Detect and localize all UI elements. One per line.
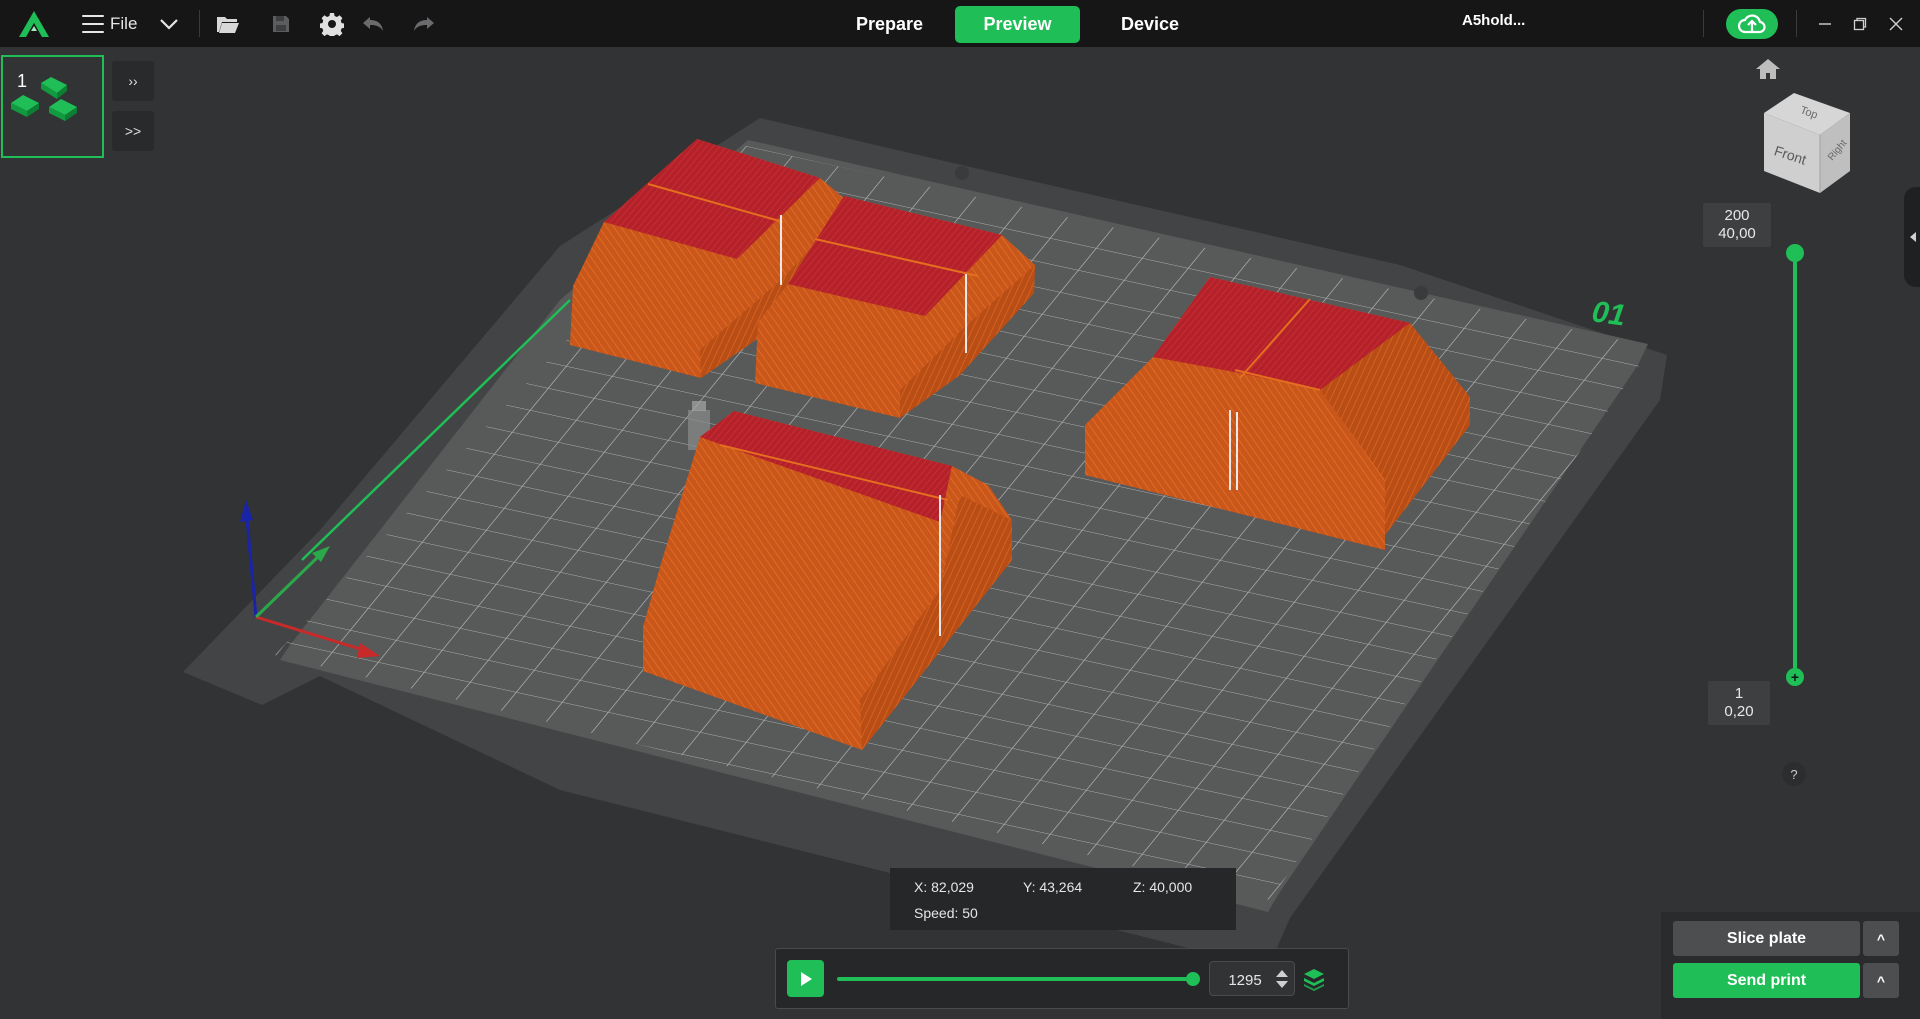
close-button[interactable]	[1885, 13, 1907, 35]
layer-top-number: 200	[1724, 207, 1750, 224]
restore-icon	[1853, 17, 1867, 31]
layer-bottom-number: 1	[1734, 685, 1744, 702]
layer-bottom-readout: 1 0,20	[1708, 681, 1770, 725]
coord-z: Z: 40,000	[1133, 879, 1193, 895]
plate-number-label: 01	[1590, 295, 1628, 332]
tab-device[interactable]: Device	[1104, 6, 1196, 43]
file-menu-button[interactable]: File	[82, 10, 137, 38]
redo-button[interactable]	[411, 11, 437, 37]
print-options-button[interactable]: ^	[1863, 963, 1899, 998]
layer-help-button[interactable]: ?	[1782, 762, 1806, 786]
cloud-upload-button[interactable]	[1726, 9, 1778, 39]
layer-slider-top-handle[interactable]	[1786, 244, 1804, 262]
move-slider-track[interactable]	[837, 977, 1192, 981]
play-button[interactable]	[787, 960, 824, 997]
view-cube[interactable]: Top Front Right	[1760, 93, 1856, 203]
slice-action-panel: Slice plate ^ Send print ^	[1661, 912, 1920, 1019]
account-name[interactable]: A5hold...	[1462, 12, 1525, 29]
gear-icon	[320, 13, 344, 36]
coord-speed: Speed: 50	[914, 905, 978, 921]
plate-thumbnail[interactable]: 1	[1, 55, 104, 158]
layer-slider-track[interactable]	[1793, 253, 1797, 675]
chevron-left-icon	[1910, 232, 1916, 242]
layers-icon[interactable]	[1302, 967, 1326, 991]
plate-preview-icon	[11, 77, 77, 121]
settings-button[interactable]	[319, 11, 345, 37]
gcode-playback-bar	[775, 948, 1349, 1009]
send-print-button[interactable]: Send print	[1673, 963, 1860, 998]
title-bar: File Prepare Preview Device A5hold...	[0, 0, 1920, 47]
close-icon	[1889, 17, 1903, 31]
cloud-upload-icon	[1738, 14, 1766, 34]
minimize-button[interactable]	[1814, 13, 1836, 35]
undo-icon	[363, 17, 383, 31]
tab-preview[interactable]: Preview	[955, 6, 1080, 43]
tab-prepare[interactable]: Prepare	[843, 6, 936, 43]
coord-x: X: 82,029	[914, 879, 974, 895]
coord-y: Y: 43,264	[1023, 879, 1083, 895]
toolbar-divider	[1703, 10, 1704, 37]
stepper-arrows-icon[interactable]	[1274, 968, 1290, 990]
open-project-button[interactable]	[215, 11, 241, 37]
move-input[interactable]	[1216, 967, 1274, 993]
home-view-icon[interactable]	[1754, 57, 1782, 81]
restore-button[interactable]	[1849, 13, 1871, 35]
layer-top-height: 40,00	[1718, 225, 1756, 242]
slice-plate-button[interactable]: Slice plate	[1673, 921, 1860, 956]
play-icon	[800, 971, 812, 986]
file-menu-label: File	[110, 14, 138, 33]
move-slider-handle[interactable]	[1186, 972, 1200, 986]
slice-options-button[interactable]: ^	[1863, 921, 1899, 956]
hamburger-icon	[82, 15, 104, 33]
3d-viewport[interactable]: 01 1 ›› >> Top Front Right 200 40,00 + 1…	[0, 47, 1920, 1019]
save-button[interactable]	[268, 11, 294, 37]
app-logo-icon	[19, 11, 49, 37]
folder-open-icon	[217, 17, 239, 33]
collapse-side-panel-tab[interactable]	[1904, 187, 1920, 287]
chevron-down-icon	[160, 19, 178, 30]
layer-bottom-height: 0,20	[1724, 703, 1754, 720]
expand-panel-button[interactable]: >>	[112, 111, 154, 151]
move-stepper[interactable]	[1209, 961, 1295, 996]
dropdown-chevron-button[interactable]	[156, 11, 182, 37]
minimize-icon	[1819, 23, 1831, 25]
save-icon	[273, 16, 289, 32]
expand-objects-button[interactable]: ››	[112, 61, 154, 101]
coordinate-readout: X: 82,029 Y: 43,264 Z: 40,000 Speed: 50	[890, 868, 1236, 930]
layer-top-readout: 200 40,00	[1703, 203, 1771, 247]
toolbar-divider	[199, 10, 200, 37]
redo-icon	[414, 17, 434, 31]
toolbar-divider	[1796, 10, 1797, 37]
layer-slider-bottom-handle[interactable]: +	[1786, 668, 1804, 686]
undo-button[interactable]	[360, 11, 386, 37]
